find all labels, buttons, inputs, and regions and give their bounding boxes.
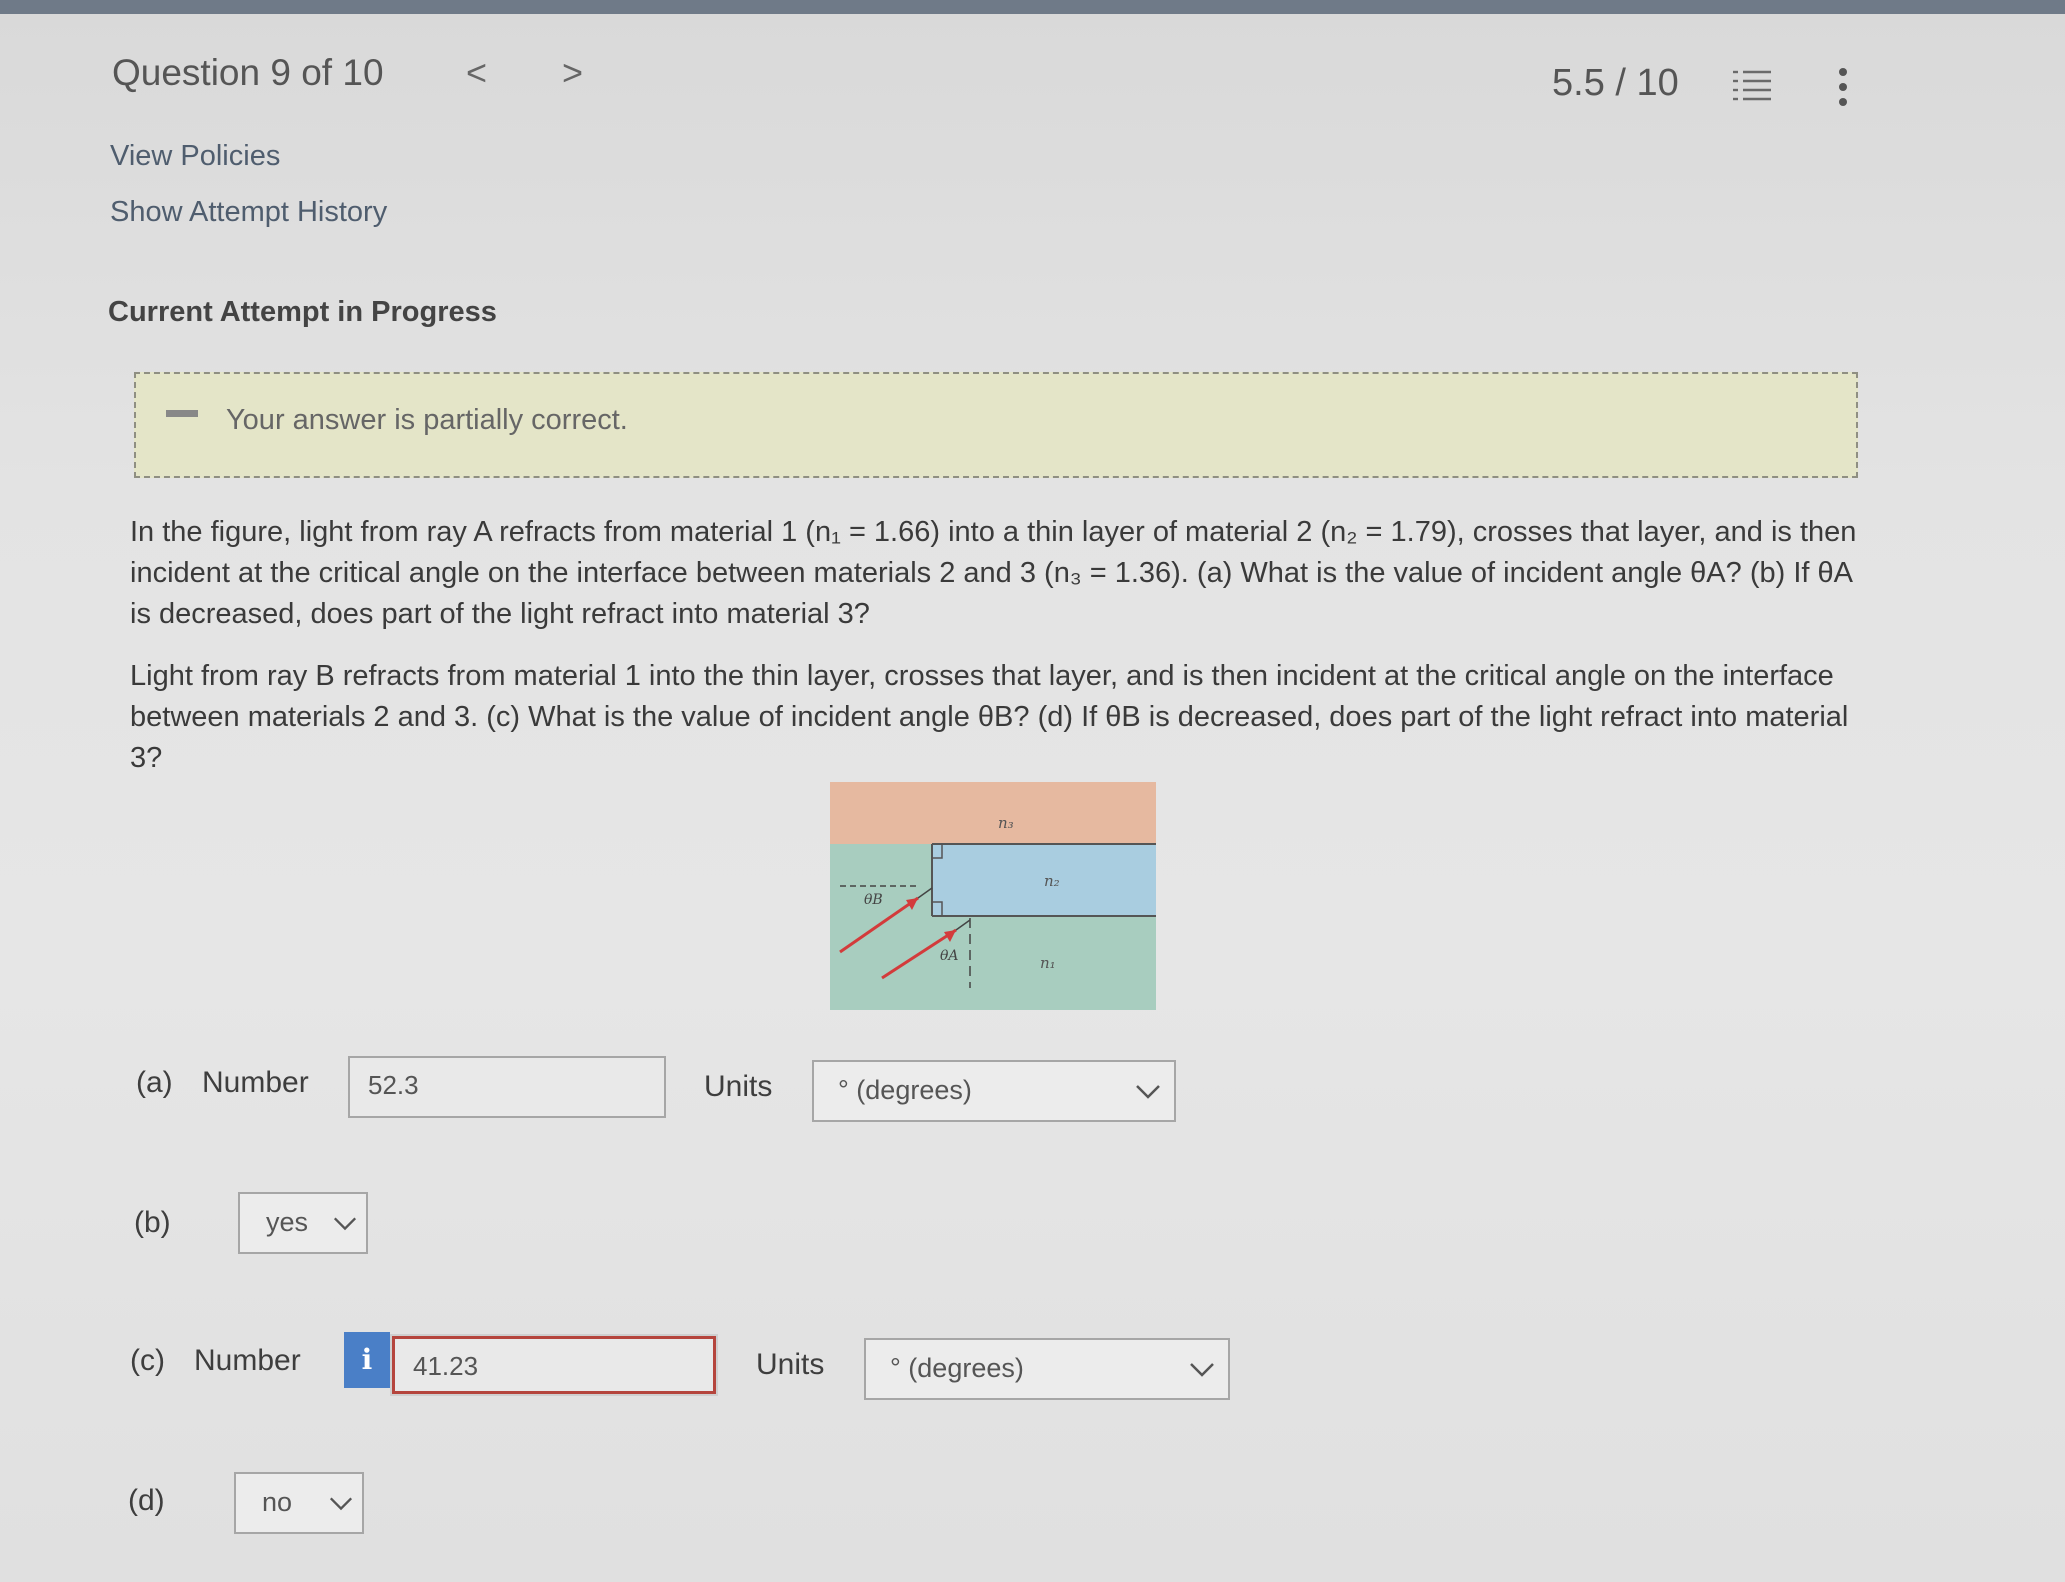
part-a-units-select[interactable]: ° (degrees) — [812, 1060, 1176, 1122]
part-c-value: 41.23 — [413, 1351, 479, 1381]
part-c-units-select[interactable]: ° (degrees) — [864, 1338, 1230, 1400]
part-b-label: (b) — [134, 1206, 171, 1239]
chevron-down-icon — [333, 1217, 357, 1231]
partial-correct-banner: Your answer is partially correct. — [134, 372, 1858, 478]
part-c-type-label: Number — [194, 1344, 301, 1377]
more-options-icon[interactable] — [1830, 64, 1856, 110]
next-question-button[interactable]: > — [562, 52, 583, 94]
material-3-region — [830, 782, 1156, 844]
feedback-message: Your answer is partially correct. — [226, 404, 628, 436]
score-display: 5.5 / 10 — [1552, 62, 1679, 104]
show-attempt-history-link[interactable]: Show Attempt History — [110, 196, 387, 229]
chevron-down-icon — [1190, 1363, 1214, 1377]
theta-a-label: θA — [940, 948, 959, 964]
part-c-units-label: Units — [756, 1348, 825, 1381]
n2-label: n₂ — [1044, 872, 1060, 890]
attempt-status-heading: Current Attempt in Progress — [108, 296, 497, 328]
n3-label: n₃ — [998, 814, 1014, 832]
part-b-value: yes — [266, 1207, 309, 1237]
chevron-down-icon — [1136, 1085, 1160, 1099]
part-a-type-label: Number — [202, 1066, 309, 1099]
previous-question-button[interactable]: < — [466, 52, 487, 94]
question-title: Question 9 of 10 — [112, 52, 384, 93]
part-a-label: (a) — [136, 1066, 173, 1099]
chevron-down-icon — [329, 1497, 353, 1511]
question-paragraph-2: Light from ray B refracts from material … — [130, 660, 1849, 774]
top-bar — [0, 0, 2065, 14]
refraction-figure: n₃ n₂ n₁ θB θA — [830, 782, 1156, 1010]
part-a-value: 52.3 — [368, 1070, 419, 1100]
part-d-value: no — [262, 1487, 293, 1517]
part-a-units-label: Units — [704, 1070, 773, 1103]
part-c-number-input[interactable]: 41.23 — [390, 1334, 718, 1396]
partial-correct-icon — [166, 410, 198, 417]
theta-b-label: θB — [864, 892, 883, 908]
view-policies-link[interactable]: View Policies — [110, 140, 280, 173]
part-a-units-value: ° (degrees) — [838, 1075, 972, 1105]
part-c-units-value: ° (degrees) — [890, 1353, 1024, 1383]
part-c-label: (c) — [130, 1344, 165, 1377]
question-paragraph-1: In the figure, light from ray A refracts… — [130, 516, 1857, 630]
question-list-icon[interactable] — [1730, 66, 1774, 106]
n1-label: n₁ — [1040, 954, 1056, 972]
part-d-select[interactable]: no — [234, 1472, 364, 1534]
part-a-number-input[interactable]: 52.3 — [348, 1056, 666, 1118]
part-d-label: (d) — [128, 1484, 165, 1517]
info-icon[interactable]: i — [344, 1332, 390, 1388]
part-b-select[interactable]: yes — [238, 1192, 368, 1254]
